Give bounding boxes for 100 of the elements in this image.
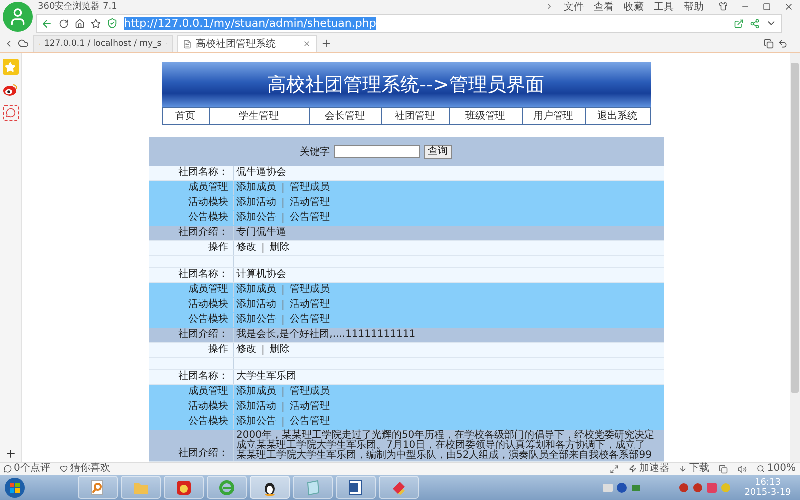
eye-icon[interactable] [2,82,18,98]
back-button[interactable] [41,18,53,30]
status-item[interactable]: 0个点评 [4,463,50,475]
zoom-button[interactable]: 100% [757,463,796,475]
expand-icon [610,464,620,474]
nav-link[interactable]: 首页 [162,108,210,124]
download-label: 下载 [689,463,710,475]
shield-icon [107,18,118,29]
row-label: 活动模块 [188,400,228,414]
home-icon [75,18,85,28]
taskbar-button[interactable] [336,476,376,499]
folder-icon [133,480,149,494]
module-link[interactable]: 活动管理 [290,196,330,210]
page-banner: 高校社团管理系统-->管理员界面 [162,62,650,108]
row-label: 成员管理 [188,181,228,195]
row-label: 公告模块 [188,313,228,327]
row-label: 成员管理 [188,283,228,297]
row-label: 社团名称： [178,370,228,384]
action-link[interactable]: 删除 [270,343,290,357]
menu-item[interactable]: 帮助 [684,0,704,14]
module-link[interactable]: 管理成员 [290,283,330,297]
taskbar-button[interactable] [250,476,290,499]
nav-link[interactable]: 班级管理 [450,108,522,124]
add-button[interactable] [4,448,16,460]
accelerator-label: 加速器 [639,463,670,475]
document-icon [348,480,364,496]
module-link[interactable]: 添加公告 [236,415,276,429]
refresh-button[interactable] [59,18,69,28]
link-separator: | [282,300,285,310]
download-icon [679,465,688,473]
club-description: 2000年，某某理工学院走过了光辉的50年历程，在学校各级部门的倡导下，经校党委研究决定 成立某某理工学院大学生军乐团。7月10日，在校团委领导的认真筹划和各方协调下，成立了 某某理工学院大学生军乐团，编制为中型乐队，由52人组成，演奏队员全部来自我校各系部99 [236,430,655,461]
module-link[interactable]: 管理成员 [290,385,330,399]
module-link[interactable]: 添加成员 [236,181,276,195]
search-button[interactable]: 查询 [424,144,452,158]
shirt-icon [718,2,728,11]
row-label: 公告模块 [188,415,228,429]
action-link[interactable]: 删除 [270,241,290,255]
menu-item[interactable]: 收藏 [624,0,644,14]
module-link[interactable]: 添加活动 [236,196,276,210]
nav-link[interactable]: 退出系统 [586,108,650,124]
link-separator: | [282,402,285,412]
share-button[interactable] [734,18,744,28]
row-label: 活动模块 [188,298,228,312]
module-link[interactable]: 公告管理 [290,415,330,429]
refresh-icon [59,18,69,28]
search-field[interactable] [334,145,420,158]
accelerator-button[interactable]: 加速器 [629,463,670,475]
nav-link[interactable]: 用户管理 [522,108,586,124]
club-description: 我是会长,是个好社团,....11111111111 [236,328,416,342]
download-button[interactable]: 下载 [679,463,710,475]
module-link[interactable]: 添加公告 [236,211,276,225]
row-label: 社团介绍： [178,328,228,342]
nav-link[interactable]: 学生管理 [210,108,310,124]
home-button[interactable] [75,18,85,28]
external-link-icon [734,18,744,28]
lightning-icon [629,465,638,473]
row-label: 社团介绍： [178,447,228,461]
module-link[interactable]: 公告管理 [290,313,330,327]
globe-icon [219,480,235,496]
browser-tab[interactable]: 高校社团管理系统 [177,35,317,52]
plus-icon [321,38,332,49]
favorite-button[interactable] [91,18,101,28]
module-link[interactable]: 添加活动 [236,400,276,414]
page-icon [183,40,192,48]
menu-item[interactable]: 工具 [654,0,674,14]
link-separator: | [282,386,285,398]
nav-link[interactable]: 会长管理 [310,108,382,124]
module-link[interactable]: 添加成员 [236,385,276,399]
cloud-icon [18,38,29,49]
star-icon[interactable] [2,59,18,75]
comment-icon [4,465,12,473]
menu-item[interactable]: 查看 [594,0,614,14]
link-separator: | [282,198,285,208]
eraser-icon [391,480,407,496]
menu-item[interactable]: 文件 [564,0,584,14]
nav-link[interactable]: 社团管理 [382,108,450,124]
module-link[interactable]: 添加公告 [236,313,276,327]
module-link[interactable]: 活动管理 [290,298,330,312]
scrollbar-thumb[interactable] [791,63,799,393]
club-description: 专门侃牛逼 [236,226,286,240]
share-button[interactable] [750,18,760,28]
row-label: 社团名称： [178,268,228,282]
module-link[interactable]: 公告管理 [290,211,330,225]
module-link[interactable]: 添加成员 [236,283,276,297]
status-item[interactable]: 猜你喜欢 [60,463,110,475]
start-button[interactable] [4,476,26,498]
club-name: 计算机协会 [236,268,286,282]
module-link[interactable]: 管理成员 [290,181,330,195]
row-label: 操作 [208,343,228,357]
link-separator: | [282,314,285,326]
magnifier-icon [90,480,106,496]
browser-tab[interactable]: 127.0.0.1 / localhost / my_s [33,35,173,52]
notepad-icon [305,480,321,496]
module-link[interactable]: 活动管理 [290,400,330,414]
module-link[interactable]: 添加活动 [236,298,276,312]
action-link[interactable]: 修改 [236,241,256,255]
link-separator: | [282,416,285,428]
action-link[interactable]: 修改 [236,343,256,357]
chevron-icon [545,2,554,11]
maximize-icon [763,2,771,10]
